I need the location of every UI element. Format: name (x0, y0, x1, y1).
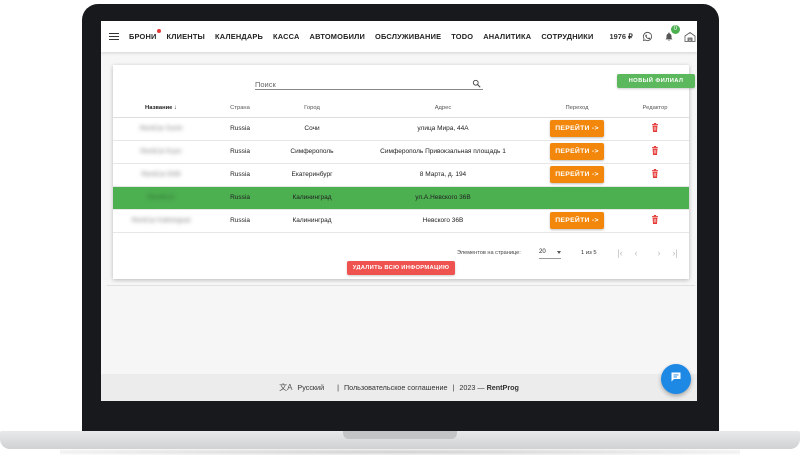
search-input[interactable] (255, 78, 465, 89)
balance: 1976 ₽ (609, 32, 633, 41)
table-header-row: Название ↓ Страна Город Адрес Переход Ре… (113, 99, 689, 118)
whatsapp-icon[interactable] (642, 31, 654, 43)
table-row[interactable]: RentCar Kaliningrad Russia Калининград Невс… (113, 209, 689, 233)
chat-button[interactable] (661, 364, 691, 394)
go-to-branch-button[interactable]: ПЕРЕЙТИ -> (550, 120, 604, 137)
brand-name: RentProg (486, 383, 519, 392)
nav-link[interactable]: АНАЛИТИКА (483, 32, 531, 41)
sort-arrow-down-icon[interactable]: ↓ (174, 105, 177, 111)
go-to-branch-button[interactable]: ПЕРЕЙТИ -> (550, 212, 604, 229)
unread-dot (156, 29, 161, 33)
laptop-notch (343, 431, 457, 439)
branch-name: RentCar Sochi (139, 125, 183, 132)
city: Симферополь (290, 148, 334, 155)
copyright-year: 2023 — (459, 383, 485, 392)
table-row[interactable]: RentCar EKB Russia Екатеринбург 8 Марта, д.… (113, 163, 689, 187)
branch-name: RentKLD (147, 194, 175, 201)
table-body: RentCar Sochi Russia Сочи улица Мира, 44А ПЕ… (113, 117, 689, 233)
column-header-country: Страна (209, 99, 271, 118)
previous-page-icon[interactable]: ‹ (631, 248, 641, 258)
footer: 文A Русский | Пользовательское соглашение… (101, 374, 697, 401)
branch-building-icon[interactable] (684, 31, 696, 43)
hamburger-menu-icon[interactable] (109, 32, 119, 41)
nav-link[interactable]: КЛИЕНТЫ (167, 32, 205, 41)
delete-trash-icon[interactable] (651, 146, 659, 157)
go-to-branch-button[interactable]: ПЕРЕЙТИ -> (550, 143, 604, 160)
translate-icon: 文A (279, 383, 293, 392)
country: Russia (230, 148, 250, 155)
branches-table: Название ↓ Страна Город Адрес Переход Ре… (113, 99, 689, 233)
app-screen: БРОНИ КЛИЕНТЫ КАЛЕНДАРЬ КАССА АВТОМОБИЛИ ОБСЛ… (101, 21, 697, 401)
last-page-icon[interactable]: ›| (670, 248, 680, 258)
city: Сочи (304, 125, 320, 132)
delete-trash-icon[interactable] (651, 123, 659, 134)
table-row[interactable]: RentCar Krym Russia Симферополь Симферополь… (113, 140, 689, 164)
column-header-address: Адрес (353, 99, 533, 118)
address: 8 Марта, д. 194 (419, 171, 467, 178)
nav-link[interactable]: БРОНИ (129, 29, 161, 41)
country: Russia (230, 194, 250, 201)
branch-name: RentCar Kaliningrad (131, 217, 191, 224)
delete-all-button[interactable]: УДАЛИТЬ ВСЮ ИНФОРМАЦИЮ (347, 261, 455, 275)
language-label: Русский (297, 383, 325, 392)
city: Калининград (292, 194, 332, 201)
address: Симферополь Привокзальная площадь 1 (380, 148, 506, 155)
notifications-bell-icon[interactable]: 0 (663, 24, 680, 43)
page-range: 1 из 5 (581, 250, 597, 256)
nav-link[interactable]: КАЛЕНДАРЬ (215, 32, 263, 41)
laptop-shadow (60, 449, 740, 455)
column-header-go: Переход (533, 99, 621, 118)
column-header-city: Город (271, 99, 353, 118)
next-page-icon[interactable]: › (654, 248, 664, 258)
chat-bubble-icon (670, 370, 682, 388)
column-header-name[interactable]: Название ↓ (113, 99, 209, 118)
search-bar (255, 74, 483, 90)
per-page-label: Элементов на странице: (457, 250, 521, 256)
country: Russia (230, 125, 250, 132)
top-navbar: БРОНИ КЛИЕНТЫ КАЛЕНДАРЬ КАССА АВТОМОБИЛИ ОБСЛ… (101, 21, 697, 52)
address: ул.А.Невского 36В (415, 194, 471, 201)
branch-name: RentCar EKB (141, 171, 181, 178)
delete-trash-icon[interactable] (651, 169, 659, 180)
country: Russia (230, 171, 250, 178)
nav-link[interactable]: СОТРУДНИКИ (541, 32, 593, 41)
go-to-branch-button[interactable]: ПЕРЕЙТИ -> (550, 166, 604, 183)
delete-trash-icon[interactable] (651, 215, 659, 226)
user-agreement-link[interactable]: Пользовательское соглашение (344, 383, 448, 392)
branch-name: RentCar Krym (140, 148, 182, 155)
dropdown-caret-icon (557, 251, 561, 254)
country: Russia (230, 217, 250, 224)
branches-card: НОВЫЙ ФИЛИАЛ Название ↓ Страна Город Адр… (113, 65, 695, 279)
table-row[interactable]: RentCar Sochi Russia Сочи улица Мира, 44А ПЕ… (113, 117, 689, 141)
address: улица Мира, 44А (417, 125, 469, 132)
language-switcher[interactable]: 文A Русский (279, 382, 324, 393)
nav-links: БРОНИ КЛИЕНТЫ КАЛЕНДАРЬ КАССА АВТОМОБИЛИ ОБСЛ… (129, 29, 604, 41)
nav-link[interactable]: ОБСЛУЖИВАНИЕ (375, 32, 441, 41)
search-icon[interactable] (472, 75, 481, 93)
city: Калининград (292, 217, 332, 224)
nav-link[interactable]: АВТОМОБИЛИ (310, 32, 366, 41)
nav-link[interactable]: КАССА (273, 32, 300, 41)
notifications-badge: 0 (670, 24, 680, 34)
first-page-icon[interactable]: |‹ (615, 248, 625, 258)
nav-link[interactable]: TODO (451, 32, 473, 41)
per-page-select[interactable]: 20 (539, 247, 561, 259)
city: Екатеринбург (291, 171, 333, 178)
address: Невского 36В (422, 217, 464, 224)
new-branch-button[interactable]: НОВЫЙ ФИЛИАЛ (617, 74, 695, 88)
column-header-editor: Редактор (621, 99, 689, 118)
divider (107, 285, 695, 286)
table-row[interactable]: RentKLD Russia Калининград ул.А.Невского 36… (113, 186, 689, 210)
